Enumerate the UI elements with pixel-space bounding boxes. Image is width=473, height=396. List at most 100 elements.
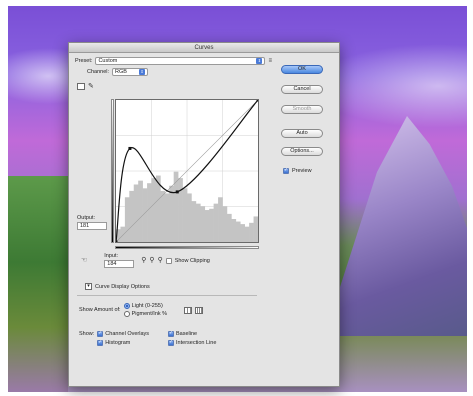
input-group: Input: 184 xyxy=(104,253,135,268)
histogram-bar xyxy=(151,178,157,242)
curve-control-point[interactable] xyxy=(256,98,260,102)
ok-button[interactable]: OK xyxy=(281,65,323,74)
on-image-adjust-icon[interactable]: ☜ xyxy=(81,257,87,264)
histogram-label: Histogram xyxy=(105,340,131,346)
show-col-2: Baseline Intersection Line xyxy=(168,330,217,346)
gray-eyedropper-icon[interactable]: ⚲ xyxy=(149,257,154,264)
simple-grid-icon[interactable] xyxy=(184,306,193,314)
disclosure-triangle-icon[interactable]: ▾ xyxy=(85,283,92,290)
histogram-bar xyxy=(160,190,166,242)
channel-overlays-option[interactable]: Channel Overlays xyxy=(97,330,150,337)
output-label: Output: xyxy=(77,215,96,221)
input-row: ☜ Input: 184 ⚲ ⚲ ⚲ Show Clipping xyxy=(81,253,210,268)
histogram-bar xyxy=(129,190,135,242)
intersection-line-option[interactable]: Intersection Line xyxy=(168,339,217,346)
detailed-grid-icon[interactable] xyxy=(195,306,204,314)
input-field[interactable]: 184 xyxy=(104,260,135,268)
dialog-title: Curves xyxy=(69,43,339,53)
histogram-bar xyxy=(133,184,139,242)
channel-overlays-checkbox[interactable] xyxy=(97,330,104,337)
amount-radio-group: Light (0-255) Pigment/Ink % xyxy=(123,303,168,317)
preview-label: Preview xyxy=(292,168,312,174)
histogram-bar xyxy=(249,222,254,242)
baseline-option[interactable]: Baseline xyxy=(168,330,216,337)
histogram-bar xyxy=(226,213,232,242)
histogram-option[interactable]: Histogram xyxy=(97,339,149,346)
histogram-bar xyxy=(213,203,219,242)
baseline-label: Baseline xyxy=(176,331,198,337)
histogram-bar xyxy=(182,188,188,242)
white-eyedropper-icon[interactable]: ⚲ xyxy=(158,257,163,264)
light-radio[interactable] xyxy=(123,303,130,309)
histogram-bar xyxy=(244,226,250,242)
input-gradient-bar xyxy=(115,246,259,249)
curve-display-options-label: Curve Display Options xyxy=(95,283,150,290)
preview-checkbox[interactable] xyxy=(283,167,289,174)
histogram-bar xyxy=(191,201,197,242)
histogram-bar xyxy=(142,188,148,242)
auto-button[interactable]: Auto xyxy=(281,129,323,138)
intersection-line-checkbox[interactable] xyxy=(168,339,175,346)
show-col-1: Channel Overlays Histogram xyxy=(97,330,150,346)
histogram-bar xyxy=(204,210,210,242)
baseline-checkbox[interactable] xyxy=(168,330,175,337)
histogram-bar xyxy=(178,178,183,242)
channel-select[interactable]: RGB ⇕ xyxy=(112,68,149,76)
histogram-bar xyxy=(138,180,143,242)
pigment-label: Pigment/Ink % xyxy=(131,311,168,317)
preset-select[interactable]: Custom ⇕ xyxy=(95,57,266,65)
histogram-bar xyxy=(240,224,245,242)
show-clipping-checkbox[interactable] xyxy=(165,257,172,264)
select-arrows-icon: ⇕ xyxy=(256,58,263,64)
curve-control-point[interactable] xyxy=(114,240,118,244)
output-field[interactable]: 181 xyxy=(77,222,107,230)
histogram-bar xyxy=(124,197,130,242)
input-label: Input: xyxy=(104,253,119,259)
histogram-bar xyxy=(209,208,214,242)
curve-graph[interactable] xyxy=(114,98,260,244)
smooth-button[interactable]: Smooth xyxy=(281,105,323,114)
preview-option[interactable]: Preview xyxy=(283,167,312,174)
curve-canvas[interactable] xyxy=(114,98,260,244)
show-amount-label: Show Amount of: xyxy=(79,307,121,313)
histogram-bar xyxy=(222,206,228,242)
show-clipping-label: Show Clipping xyxy=(174,257,210,264)
histogram-bar xyxy=(120,226,126,242)
channel-overlays-label: Channel Overlays xyxy=(105,331,150,337)
curve-control-point[interactable] xyxy=(175,190,179,194)
pigment-radio[interactable] xyxy=(123,311,130,317)
histogram-bar xyxy=(169,185,174,242)
cancel-button[interactable]: Cancel xyxy=(281,85,323,94)
curve-control-point[interactable] xyxy=(128,146,132,150)
light-label: Light (0-255) xyxy=(131,303,163,309)
histogram-bar xyxy=(187,193,192,242)
histogram-bar xyxy=(164,193,170,242)
histogram-bar xyxy=(253,216,259,242)
output-gradient-bar xyxy=(111,99,114,243)
preset-value: Custom xyxy=(98,58,118,64)
histogram-checkbox[interactable] xyxy=(97,339,104,346)
curve-display-options-row: ▾ Curve Display Options xyxy=(85,283,150,290)
output-group: Output: 181 xyxy=(77,215,107,230)
channel-value: RGB xyxy=(115,69,127,75)
histogram-bar xyxy=(235,221,241,242)
show-label: Show: xyxy=(79,331,95,337)
pencil-tool-icon[interactable]: ✎ xyxy=(88,83,94,90)
options-button[interactable]: Options... xyxy=(281,147,323,156)
pigment-option[interactable]: Pigment/Ink % xyxy=(123,311,168,317)
channel-label: Channel: xyxy=(87,69,110,75)
histogram-bar xyxy=(195,203,201,242)
curve-point-tool-icon[interactable] xyxy=(77,83,85,90)
histogram-bar xyxy=(147,183,152,242)
light-option[interactable]: Light (0-255) xyxy=(123,303,167,309)
curves-dialog: Curves Preset: Custom ⇕ ≡ Channel: RGB ⇕… xyxy=(68,42,340,387)
histogram-bar xyxy=(231,218,237,242)
curve-tools: ✎ xyxy=(77,83,94,90)
histogram-bar xyxy=(218,197,223,242)
show-options-row: Show: Channel Overlays Histogram Baselin… xyxy=(79,330,217,346)
intersection-line-label: Intersection Line xyxy=(176,340,217,346)
select-arrows-icon: ⇕ xyxy=(139,69,146,75)
black-eyedropper-icon[interactable]: ⚲ xyxy=(141,257,146,264)
preset-options-icon[interactable]: ≡ xyxy=(268,58,272,65)
preset-label: Preset: xyxy=(75,58,93,64)
